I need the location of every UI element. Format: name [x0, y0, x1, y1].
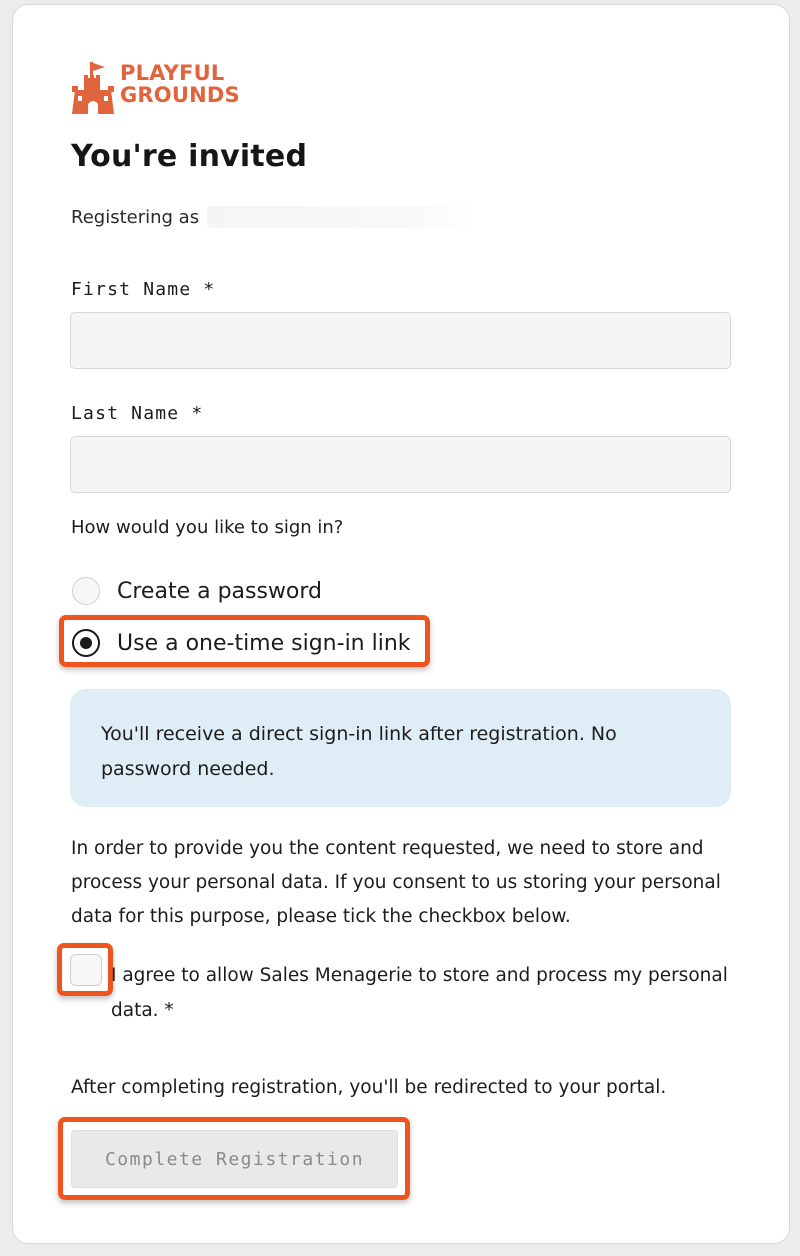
registering-email-redacted — [207, 206, 478, 228]
radio-label-create-password[interactable]: Create a password — [117, 579, 322, 604]
signin-question: How would you like to sign in? — [71, 517, 344, 538]
consent-checkbox-label[interactable]: I agree to allow Sales Menagerie to stor… — [111, 958, 741, 1028]
brand-logo: PLAYFUL GROUNDS — [72, 62, 240, 114]
info-message: You'll receive a direct sign-in link aft… — [101, 723, 617, 780]
radio-label-one-time-link[interactable]: Use a one-time sign-in link — [117, 631, 411, 656]
radio-create-password[interactable] — [72, 577, 100, 605]
registering-as-label: Registering as — [71, 206, 200, 228]
consent-text: In order to provide you the content requ… — [71, 838, 721, 927]
brand-name-line1: PLAYFUL — [120, 61, 225, 85]
radio-one-time-link[interactable] — [72, 629, 100, 657]
last-name-label: Last Name * — [71, 403, 204, 424]
redirect-note: After completing registration, you'll be… — [71, 1077, 667, 1098]
castle-flag-icon — [72, 62, 114, 114]
registering-as: Registering as — [71, 206, 478, 228]
brand-name: PLAYFUL GROUNDS — [120, 62, 240, 106]
page-title: You're invited — [71, 139, 308, 174]
brand-name-line2: GROUNDS — [120, 83, 240, 107]
consent-checkbox[interactable] — [70, 954, 102, 986]
radio-option-create-password[interactable]: Create a password — [72, 574, 322, 608]
first-name-label: First Name * — [71, 279, 216, 300]
info-message-box: You'll receive a direct sign-in link aft… — [70, 689, 731, 807]
last-name-input[interactable] — [70, 436, 731, 493]
complete-registration-button[interactable]: Complete Registration — [71, 1130, 398, 1188]
radio-option-one-time-link[interactable]: Use a one-time sign-in link — [72, 626, 411, 660]
registration-card — [12, 4, 790, 1244]
first-name-input[interactable] — [70, 312, 731, 369]
